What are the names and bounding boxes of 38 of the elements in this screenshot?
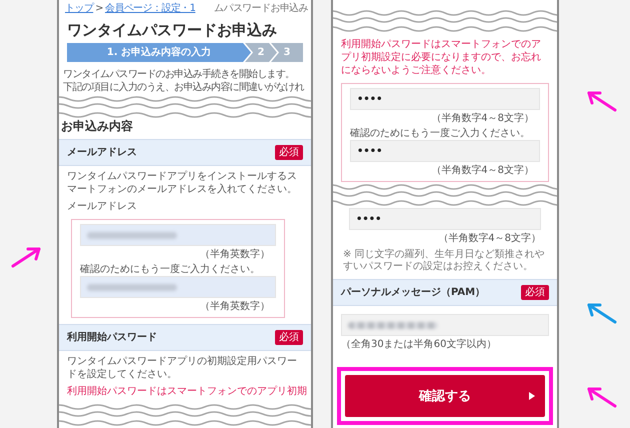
intro-text: ワンタイムパスワードのお申込み手続きを開始します。 — [63, 68, 296, 81]
field-description: ワンタイムパスワードアプリの初期設定用パスワードを設定してください。 — [66, 354, 298, 382]
warning-text: 利用開始パスワードはスマートフォンでのアプリ初期 — [66, 385, 308, 399]
input-hint: （半角数字4～8文字） — [437, 232, 542, 246]
caret-icon — [529, 392, 535, 400]
field-label: メールアドレス — [66, 200, 138, 214]
input-hint: （半角数字4～8文字） — [430, 112, 535, 126]
required-badge: 必須 — [275, 145, 303, 160]
input-hint: （半角英数字） — [199, 300, 271, 314]
section-title: お申込み内容 — [60, 120, 134, 135]
breadcrumb-link[interactable]: トップ — [65, 2, 94, 15]
step-indicator: 3 — [271, 43, 303, 62]
input-hint: （半角数字4～8文字） — [430, 164, 535, 178]
breadcrumb-link[interactable]: 会員ページ：設定・1 — [104, 2, 196, 15]
breadcrumb-separator: > — [95, 2, 103, 15]
password-field[interactable]: •••• — [349, 208, 541, 230]
confirm-label: 確認のためにもう一度ご入力ください。 — [350, 127, 531, 140]
field-title: 利用開始パスワード — [67, 331, 157, 344]
input-hint: （半角英数字） — [199, 248, 271, 262]
email-field[interactable] — [80, 224, 276, 246]
message-field[interactable] — [341, 314, 549, 336]
step-indicator: 1. お申込み内容の入力 — [67, 43, 251, 62]
confirm-label: 確認のためにもう一度ご入力ください。 — [80, 263, 261, 276]
password-field[interactable]: •••• — [350, 140, 540, 162]
field-title: メールアドレス — [67, 146, 137, 159]
required-badge: 必須 — [275, 330, 303, 345]
confirm-button[interactable]: 確認する — [345, 375, 545, 417]
note-text: ※ 同じ文字の羅列、生年月日など類推されやすいパスワードの設定はお控えください。 — [342, 248, 546, 274]
breadcrumb-current: ムパスワードお申込み — [214, 2, 308, 15]
field-title: パーソナルメッセージ（PAM） — [341, 286, 486, 299]
intro-text: 下記の項目に入力のうえ、お申込み内容に間違いがなけれ — [63, 81, 305, 94]
password-field[interactable]: •••• — [350, 88, 540, 110]
page-title: ワンタイムパスワードお申込み — [66, 20, 278, 41]
warning-text: 利用開始パスワードはスマートフォンでのアプリ初期設定に必要になりますので、お忘れにならないようご注意ください。 — [340, 38, 542, 78]
field-description: ワンタイムパスワードアプリをインストールするスマートフォンのメールアドレスを入れてください。 — [66, 170, 298, 197]
email-field[interactable] — [80, 276, 276, 298]
input-hint: （全角30または半角60文字以内） — [340, 338, 498, 352]
required-badge: 必須 — [521, 285, 549, 300]
